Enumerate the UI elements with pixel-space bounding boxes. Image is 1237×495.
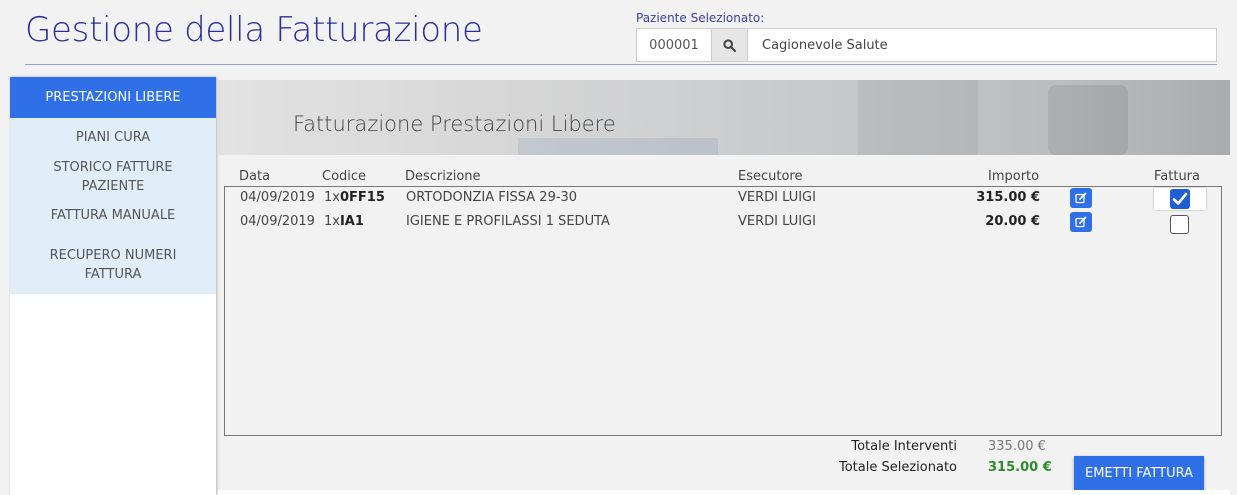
- column-header-executor: Esecutore: [738, 169, 803, 184]
- row-description: IGIENE E PROFILASSI 1 SEDUTA: [406, 214, 610, 229]
- sidebar-item-prestazioni-libere[interactable]: PRESTAZIONI LIBERE: [10, 77, 216, 118]
- table-row: 04/09/2019 1xIA1 IGIENE E PROFILASSI 1 S…: [225, 212, 1221, 234]
- row-amount: 20.00 €: [985, 214, 1040, 229]
- row-qty: 1x: [324, 214, 340, 229]
- row-date: 04/09/2019: [240, 190, 315, 205]
- row-description: ORTODONZIA FISSA 29-30: [406, 190, 578, 205]
- sidebar-item-storico-fatture[interactable]: STORICO FATTURE PAZIENTE: [10, 157, 216, 196]
- row-amount: 315.00 €: [976, 190, 1040, 205]
- sidebar: PRESTAZIONI LIBERE PIANI CURA STORICO FA…: [10, 77, 216, 495]
- emit-invoice-button[interactable]: EMETTI FATTURA: [1074, 456, 1204, 490]
- table-row: 04/09/2019 1x0FF15 ORTODONZIA FISSA 29-3…: [225, 188, 1221, 210]
- patient-selector: 000001 Cagionevole Salute: [636, 28, 1217, 62]
- total-interventions-label: Totale Interventi: [851, 439, 957, 454]
- title-divider: [25, 64, 1217, 65]
- edit-button[interactable]: [1070, 188, 1092, 208]
- total-selected-value: 315.00 €: [988, 460, 1052, 475]
- column-header-invoice: Fattura: [1154, 169, 1200, 184]
- services-table: 04/09/2019 1x0FF15 ORTODONZIA FISSA 29-3…: [224, 186, 1222, 436]
- row-date: 04/09/2019: [240, 214, 315, 229]
- patient-search-button[interactable]: [712, 29, 748, 61]
- row-qty: 1x: [324, 190, 340, 205]
- edit-icon: [1075, 216, 1087, 228]
- page-title: Gestione della Fatturazione: [25, 10, 483, 50]
- checkmark-icon: [1172, 192, 1188, 205]
- sidebar-item-fattura-manuale[interactable]: FATTURA MANUALE: [10, 196, 216, 235]
- column-header-date: Data: [239, 169, 271, 184]
- invoice-checkbox[interactable]: [1170, 215, 1189, 234]
- column-header-description: Descrizione: [405, 169, 481, 184]
- column-header-amount: Importo: [988, 169, 1040, 184]
- row-executor: VERDI LUIGI: [738, 214, 816, 229]
- sidebar-item-piani-cura[interactable]: PIANI CURA: [10, 118, 216, 157]
- search-icon: [723, 38, 736, 52]
- row-executor: VERDI LUIGI: [738, 190, 816, 205]
- section-title: Fatturazione Prestazioni Libere: [293, 112, 616, 136]
- total-selected-label: Totale Selezionato: [839, 460, 957, 475]
- row-code: 1x0FF15: [324, 190, 385, 205]
- patient-name-field[interactable]: Cagionevole Salute: [748, 29, 1216, 61]
- row-code: 1xIA1: [324, 214, 364, 229]
- total-interventions-value: 335.00 €: [988, 439, 1046, 454]
- patient-label: Paziente Selezionato:: [636, 11, 765, 25]
- row-code-value: IA1: [339, 214, 364, 229]
- row-code-value: 0FF15: [339, 190, 385, 205]
- patient-code-field[interactable]: 000001: [637, 29, 712, 61]
- section-banner: Fatturazione Prestazioni Libere: [218, 80, 1230, 155]
- sidebar-item-recupero-numeri[interactable]: RECUPERO NUMERI FATTURA: [10, 235, 216, 294]
- edit-icon: [1075, 192, 1087, 204]
- edit-button[interactable]: [1070, 212, 1092, 232]
- column-header-code: Codice: [322, 169, 367, 184]
- invoice-checkbox[interactable]: [1154, 188, 1206, 210]
